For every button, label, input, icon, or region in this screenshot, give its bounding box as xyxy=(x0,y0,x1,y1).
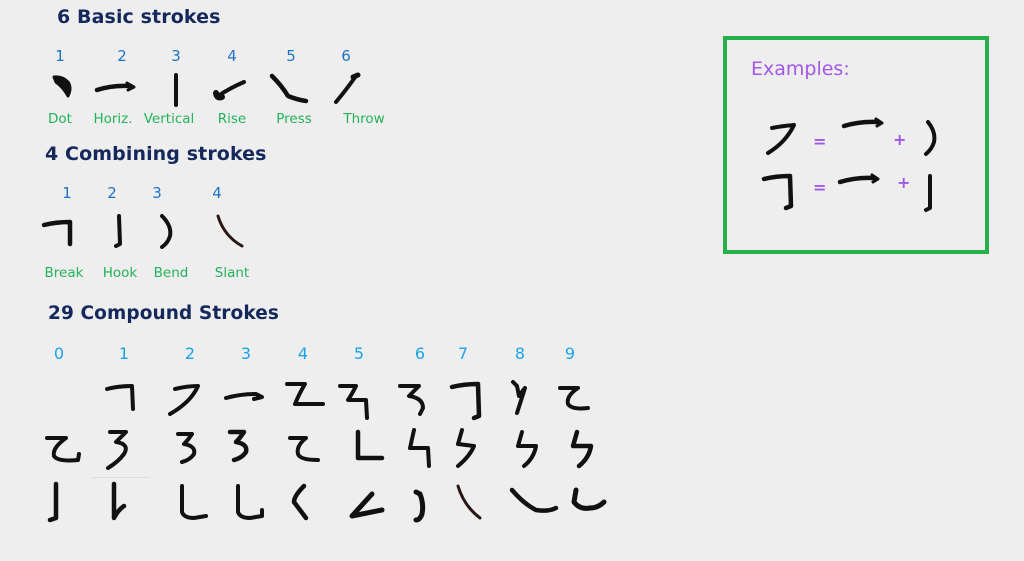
compound-stroke-05-icon xyxy=(338,384,369,420)
compound-stroke-01-icon xyxy=(105,384,135,411)
basic-stroke-number: 1 xyxy=(55,47,65,65)
compound-stroke-07-icon xyxy=(449,381,482,421)
combining-stroke-label: Hook xyxy=(102,265,138,281)
compound-strokes-heading: 29 Compound Strokes xyxy=(48,303,279,324)
combining-stroke-label: Slant xyxy=(214,265,250,281)
plus-sign: + xyxy=(897,173,911,192)
break-stroke-icon xyxy=(41,219,73,247)
throw-stroke-icon xyxy=(334,72,361,104)
horizontal-stroke-icon xyxy=(837,173,880,185)
basic-stroke-number: 3 xyxy=(171,47,181,65)
basic-stroke-label: Rise xyxy=(217,111,247,127)
compound-stroke-17-icon xyxy=(456,428,476,468)
compound-stroke-29-icon xyxy=(571,487,607,511)
combining-stroke-number: 2 xyxy=(107,184,117,202)
compound-column-number: 8 xyxy=(514,344,526,363)
compound-stroke-13-icon xyxy=(227,429,249,463)
bend-stroke-icon xyxy=(160,214,173,249)
compound-stroke-11-icon xyxy=(106,430,128,470)
bend-stroke-icon xyxy=(924,120,937,156)
compound-stroke-16-icon xyxy=(408,428,431,468)
compound-stroke-14-icon xyxy=(288,436,320,462)
combining-stroke-number: 4 xyxy=(212,184,222,202)
compound-stroke-15-icon xyxy=(355,429,385,461)
compound-stroke-23-icon xyxy=(236,484,264,520)
compound-stroke-08-icon xyxy=(511,380,527,415)
compound-stroke-09-icon xyxy=(558,386,590,411)
compound-column-number: 1 xyxy=(118,344,130,363)
compound-column-number: 2 xyxy=(184,344,196,363)
slant-stroke-icon xyxy=(216,214,244,248)
press-stroke-icon xyxy=(269,73,309,104)
horizontal-break-hook-stroke-icon xyxy=(761,173,794,211)
combining-stroke-number: 1 xyxy=(62,184,72,202)
combining-stroke-number: 3 xyxy=(152,184,162,202)
combining-stroke-label: Break xyxy=(44,265,84,281)
compound-stroke-10-icon xyxy=(45,436,81,463)
basic-stroke-number: 5 xyxy=(286,47,296,65)
vertical-stroke-icon xyxy=(174,73,178,107)
basic-stroke-label: Horiz. xyxy=(93,111,133,127)
basic-stroke-label: Dot xyxy=(48,111,72,127)
divider xyxy=(92,477,150,478)
compound-stroke-19-icon xyxy=(570,429,594,469)
combining-strokes-heading: 4 Combining strokes xyxy=(45,143,267,165)
equals-sign: = xyxy=(813,178,827,197)
hook-stroke-icon xyxy=(924,174,932,212)
basic-stroke-number: 4 xyxy=(227,47,237,65)
compound-stroke-03-icon xyxy=(224,392,264,401)
compound-stroke-04-icon xyxy=(285,382,325,406)
compound-stroke-21-icon xyxy=(111,481,127,521)
compound-stroke-24-icon xyxy=(291,483,309,521)
rise-stroke-icon xyxy=(213,80,246,101)
basic-stroke-label: Press xyxy=(276,111,312,127)
horizontal-bend-stroke-icon xyxy=(766,123,796,155)
basic-stroke-label: Vertical xyxy=(143,111,195,127)
compound-stroke-28-icon xyxy=(509,487,559,513)
compound-stroke-02-icon xyxy=(168,384,200,416)
compound-column-number: 3 xyxy=(240,344,252,363)
compound-column-number: 0 xyxy=(53,344,65,363)
compound-column-number: 6 xyxy=(414,344,426,363)
horizontal-stroke-icon xyxy=(94,81,136,93)
examples-title: Examples: xyxy=(751,58,850,80)
compound-stroke-18-icon xyxy=(516,430,538,468)
compound-column-number: 7 xyxy=(457,344,469,363)
compound-stroke-20-icon xyxy=(47,481,59,523)
horizontal-stroke-icon xyxy=(841,117,884,129)
compound-stroke-26-icon xyxy=(413,489,426,523)
compound-column-number: 5 xyxy=(353,344,365,363)
basic-stroke-label: Throw xyxy=(343,111,385,127)
compound-stroke-25-icon xyxy=(349,491,385,519)
dot-stroke-icon xyxy=(52,75,72,98)
plus-sign: + xyxy=(893,130,907,149)
compound-column-number: 4 xyxy=(297,344,309,363)
compound-stroke-12-icon xyxy=(176,432,197,464)
equals-sign: = xyxy=(813,132,827,151)
basic-stroke-number: 2 xyxy=(117,47,127,65)
hook-stroke-icon xyxy=(114,214,122,248)
compound-stroke-27-icon xyxy=(456,484,482,520)
compound-stroke-22-icon xyxy=(180,484,208,520)
basic-stroke-number: 6 xyxy=(341,47,351,65)
compound-column-number: 9 xyxy=(564,344,576,363)
basic-strokes-heading: 6 Basic strokes xyxy=(57,6,221,28)
combining-stroke-label: Bend xyxy=(153,265,189,281)
compound-stroke-06-icon xyxy=(398,384,425,416)
